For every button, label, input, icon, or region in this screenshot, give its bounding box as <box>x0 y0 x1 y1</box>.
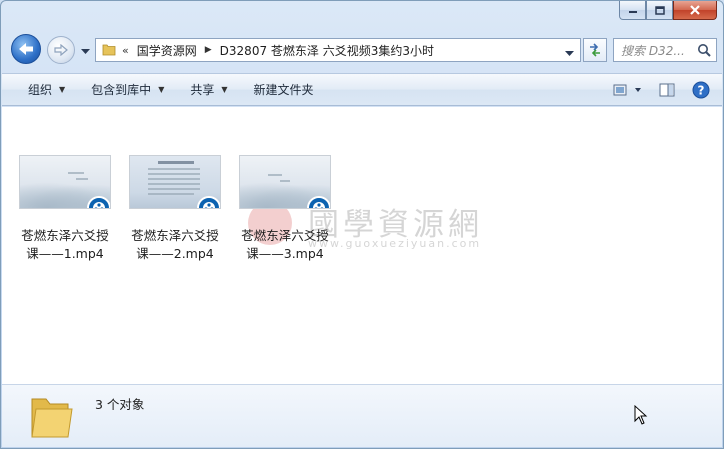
details-pane: 3 个对象 <box>2 384 722 447</box>
preview-pane-button[interactable] <box>654 79 680 101</box>
video-thumbnail <box>129 155 221 209</box>
breadcrumb-overflow[interactable]: « <box>122 44 129 57</box>
file-item[interactable]: 苍燃东泽六爻授 课——2.mp4 <box>125 155 225 263</box>
video-thumbnail <box>239 155 331 209</box>
command-bar: 组织 ▼ 包含到库中 ▼ 共享 ▼ 新建文件夹 ? <box>2 73 722 106</box>
minimize-icon <box>628 11 637 13</box>
folder-icon <box>30 391 74 444</box>
back-button[interactable] <box>11 34 41 64</box>
refresh-button[interactable] <box>583 38 607 62</box>
chevron-down-icon <box>81 49 90 54</box>
new-folder-label: 新建文件夹 <box>253 83 314 97</box>
chevron-down-icon: ▼ <box>221 85 228 94</box>
organize-menu[interactable]: 组织 ▼ <box>28 81 65 98</box>
mouse-cursor-icon <box>634 404 648 428</box>
refresh-icon <box>590 43 600 57</box>
help-icon: ? <box>692 81 710 98</box>
chevron-down-icon: ▼ <box>59 85 66 94</box>
recent-pages-dropdown[interactable] <box>81 44 90 58</box>
share-label: 共享 <box>190 83 215 97</box>
back-arrow-icon <box>19 43 33 55</box>
search-box[interactable]: 搜索 D32... <box>613 38 717 62</box>
minimize-button[interactable] <box>619 1 646 20</box>
file-name: 苍燃东泽六爻授 课——2.mp4 <box>131 228 219 261</box>
help-button[interactable]: ? <box>688 79 714 101</box>
file-list[interactable]: 國學資源網 www.guoxueziyuan.com 苍燃东泽六爻授 课——1.… <box>2 107 722 384</box>
file-item[interactable]: 苍燃东泽六爻授 课——3.mp4 <box>235 155 335 263</box>
change-view-button[interactable] <box>610 79 646 101</box>
address-bar[interactable]: « 国学资源网 ▶ D32807 苍燃东泽 六爻视频3集约3小时 <box>95 38 581 62</box>
navigation-bar: « 国学资源网 ▶ D32807 苍燃东泽 六爻视频3集约3小时 搜索 D32.… <box>9 31 717 67</box>
new-folder-button[interactable]: 新建文件夹 <box>254 81 314 98</box>
chevron-down-icon: ▼ <box>158 85 165 94</box>
close-button[interactable] <box>673 1 717 20</box>
toolbar-right-group: ? <box>610 74 722 105</box>
forward-button[interactable] <box>47 36 75 64</box>
breadcrumb-item[interactable]: D32807 苍燃东泽 六爻视频3集约3小时 <box>220 42 434 59</box>
caption-buttons <box>619 1 717 21</box>
view-icon <box>613 84 641 95</box>
share-menu[interactable]: 共享 ▼ <box>190 81 227 98</box>
explorer-window: « 国学资源网 ▶ D32807 苍燃东泽 六爻视频3集约3小时 搜索 D32.… <box>0 0 724 449</box>
file-name: 苍燃东泽六爻授 课——1.mp4 <box>21 228 109 261</box>
maximize-icon <box>654 5 665 15</box>
close-icon <box>690 5 700 15</box>
item-count: 3 个对象 <box>95 397 145 412</box>
file-item[interactable]: 苍燃东泽六爻授 课——1.mp4 <box>15 155 115 263</box>
svg-text:?: ? <box>698 83 705 97</box>
address-history-dropdown[interactable] <box>565 46 574 60</box>
breadcrumb-separator-icon[interactable]: ▶ <box>205 45 212 55</box>
media-player-icon <box>197 196 220 208</box>
forward-arrow-icon <box>54 44 68 56</box>
video-thumbnail <box>19 155 111 209</box>
maximize-button[interactable] <box>646 1 673 20</box>
organize-label: 组织 <box>28 83 53 97</box>
search-input[interactable]: 搜索 D32... <box>621 42 691 59</box>
file-name: 苍燃东泽六爻授 课——3.mp4 <box>241 228 329 261</box>
breadcrumb-item[interactable]: 国学资源网 <box>137 42 197 59</box>
preview-pane-icon <box>659 83 675 96</box>
include-in-library-menu[interactable]: 包含到库中 ▼ <box>91 81 164 98</box>
folder-icon <box>102 42 116 59</box>
search-icon[interactable] <box>697 43 711 60</box>
include-in-library-label: 包含到库中 <box>91 83 152 97</box>
chevron-down-icon <box>565 51 574 56</box>
